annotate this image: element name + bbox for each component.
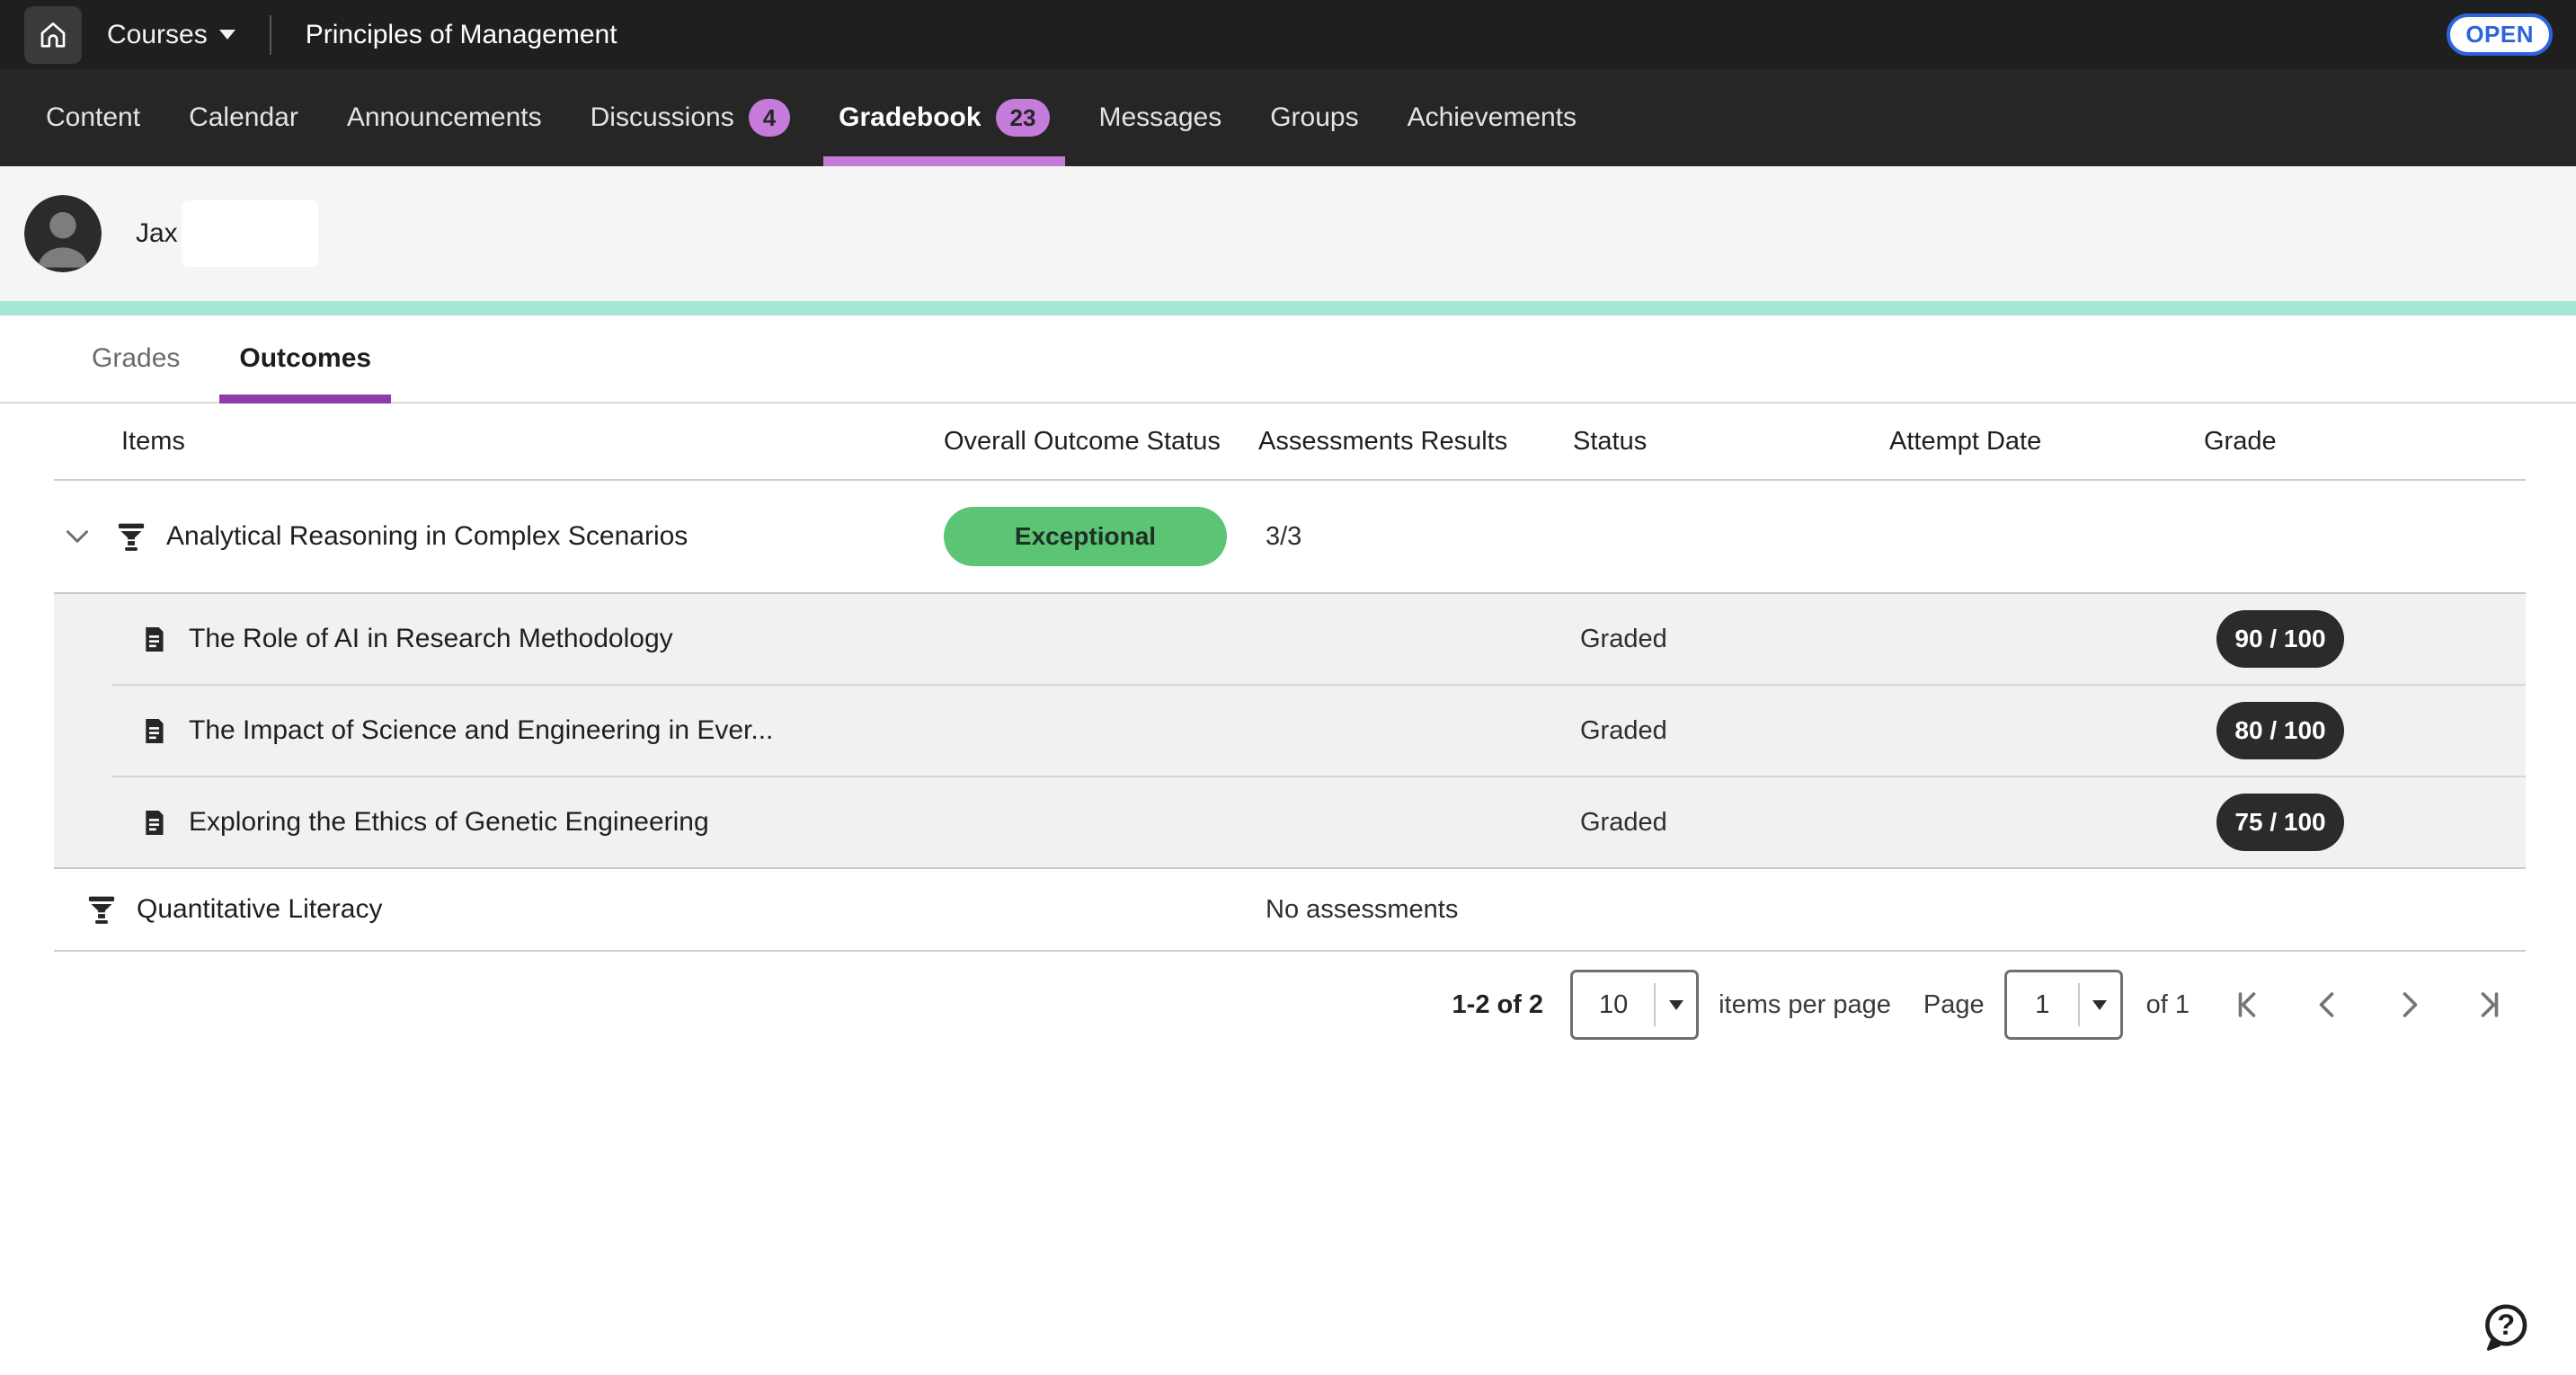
items-per-page-label: items per page [1719, 990, 1891, 1020]
avatar [24, 195, 102, 272]
assessment-row: The Impact of Science and Engineering in… [54, 686, 2526, 776]
open-status-badge: OPEN [2447, 13, 2553, 56]
nav-item-messages[interactable]: Messages [1074, 69, 1246, 166]
caret-down-icon [219, 30, 235, 40]
previous-page-button[interactable] [2310, 987, 2346, 1023]
items-per-page-select[interactable]: 10 [1570, 970, 1699, 1040]
last-page-button[interactable] [2472, 987, 2508, 1023]
items-per-page-value: 10 [1573, 990, 1654, 1020]
next-page-icon [2393, 989, 2425, 1021]
help-icon: ? [2479, 1301, 2531, 1353]
assessments-results-value: No assessments [1258, 895, 1458, 924]
nav-item-label: Gradebook [839, 102, 981, 133]
page-label: Page [1923, 990, 1985, 1020]
outcome-funnel-icon [115, 520, 147, 553]
courses-label: Courses [107, 20, 208, 50]
first-page-icon [2231, 989, 2263, 1021]
help-button[interactable]: ? [2479, 1301, 2531, 1353]
page-number-select[interactable]: 1 [2004, 970, 2123, 1040]
courses-menu[interactable]: Courses [107, 20, 235, 50]
assessment-title: Exploring the Ethics of Genetic Engineer… [189, 807, 709, 838]
collapse-outcome-button[interactable] [59, 519, 95, 554]
grade-pill: 75 / 100 [2216, 794, 2344, 851]
assessment-row: The Role of AI in Research Methodology G… [54, 594, 2526, 684]
page-number-value: 1 [2007, 990, 2078, 1020]
student-name: Jax [136, 218, 178, 249]
svg-text:?: ? [2497, 1308, 2515, 1341]
tab-outcomes[interactable]: Outcomes [219, 315, 391, 402]
student-header: Jax [0, 166, 2576, 301]
outcome-row: Analytical Reasoning in Complex Scenario… [54, 479, 2526, 592]
assessment-status: Graded [1573, 716, 1667, 745]
header-assessments-results: Assessments Results [1258, 427, 1573, 457]
pager-buttons [2229, 987, 2508, 1023]
nav-item-label: Announcements [347, 102, 542, 133]
nav-item-gradebook[interactable]: Gradebook 23 [814, 69, 1074, 166]
header-overall-outcome-status: Overall Outcome Status [944, 427, 1258, 457]
caret-down-icon [2092, 1000, 2107, 1010]
gradebook-count-badge: 23 [996, 99, 1051, 137]
outcome-funnel-icon [85, 893, 118, 926]
grade-pill: 80 / 100 [2216, 702, 2344, 759]
document-icon [139, 625, 169, 654]
assessments-group: The Role of AI in Research Methodology G… [54, 592, 2526, 869]
nav-item-calendar[interactable]: Calendar [164, 69, 323, 166]
tab-label: Outcomes [239, 343, 371, 374]
assessment-row: Exploring the Ethics of Genetic Engineer… [54, 777, 2526, 867]
gradebook-tabs: Grades Outcomes [0, 315, 2576, 404]
course-title: Principles of Management [306, 20, 617, 50]
tab-grades[interactable]: Grades [72, 315, 200, 402]
document-icon [139, 716, 169, 746]
course-navbar: Content Calendar Announcements Discussio… [0, 69, 2576, 166]
home-button[interactable] [24, 6, 82, 64]
grade-pill: 90 / 100 [2216, 610, 2344, 668]
outcome-title: Quantitative Literacy [137, 894, 382, 925]
avatar-silhouette-icon [24, 195, 102, 272]
home-icon [37, 19, 69, 51]
first-page-button[interactable] [2229, 987, 2265, 1023]
assessment-status: Graded [1573, 625, 1667, 653]
nav-item-groups[interactable]: Groups [1246, 69, 1382, 166]
nav-item-label: Content [46, 102, 140, 133]
chevron-down-icon [61, 520, 93, 553]
top-bar: Courses Principles of Management OPEN [0, 0, 2576, 69]
nav-item-label: Achievements [1408, 102, 1577, 133]
nav-item-content[interactable]: Content [22, 69, 164, 166]
discussions-count-badge: 4 [749, 99, 790, 137]
name-redaction-box [182, 200, 318, 267]
nav-item-label: Discussions [591, 102, 734, 133]
assessment-status: Graded [1573, 808, 1667, 837]
nav-item-label: Calendar [189, 102, 298, 133]
overall-status-badge: Exceptional [944, 507, 1227, 566]
tab-label: Grades [92, 343, 180, 374]
nav-item-discussions[interactable]: Discussions 4 [566, 69, 815, 166]
outcomes-table: Items Overall Outcome Status Assessments… [54, 404, 2526, 1058]
assessment-title: The Impact of Science and Engineering in… [189, 715, 773, 746]
nav-item-achievements[interactable]: Achievements [1383, 69, 1601, 166]
nav-item-label: Groups [1270, 102, 1358, 133]
header-status: Status [1573, 427, 1889, 457]
teal-accent-bar [0, 301, 2576, 315]
table-header-row: Items Overall Outcome Status Assessments… [54, 404, 2526, 479]
outcome-title: Analytical Reasoning in Complex Scenario… [166, 521, 688, 552]
document-icon [139, 808, 169, 838]
nav-item-announcements[interactable]: Announcements [323, 69, 566, 166]
header-attempt-date: Attempt Date [1889, 427, 2204, 457]
header-grade: Grade [2204, 427, 2526, 457]
results-range-label: 1-2 of 2 [1452, 990, 1544, 1020]
nav-item-label: Messages [1098, 102, 1221, 133]
assessments-results-value: 3/3 [1258, 522, 1301, 551]
caret-down-icon [1669, 1000, 1683, 1010]
next-page-button[interactable] [2391, 987, 2427, 1023]
previous-page-icon [2312, 989, 2344, 1021]
outcome-row: Quantitative Literacy No assessments [54, 869, 2526, 952]
pagination-bar: 1-2 of 2 10 items per page Page 1 of 1 [54, 952, 2526, 1058]
page-of-label: of 1 [2146, 990, 2190, 1020]
header-items: Items [54, 427, 944, 457]
breadcrumb-divider [270, 15, 271, 55]
last-page-icon [2474, 989, 2506, 1021]
assessment-title: The Role of AI in Research Methodology [189, 624, 673, 654]
